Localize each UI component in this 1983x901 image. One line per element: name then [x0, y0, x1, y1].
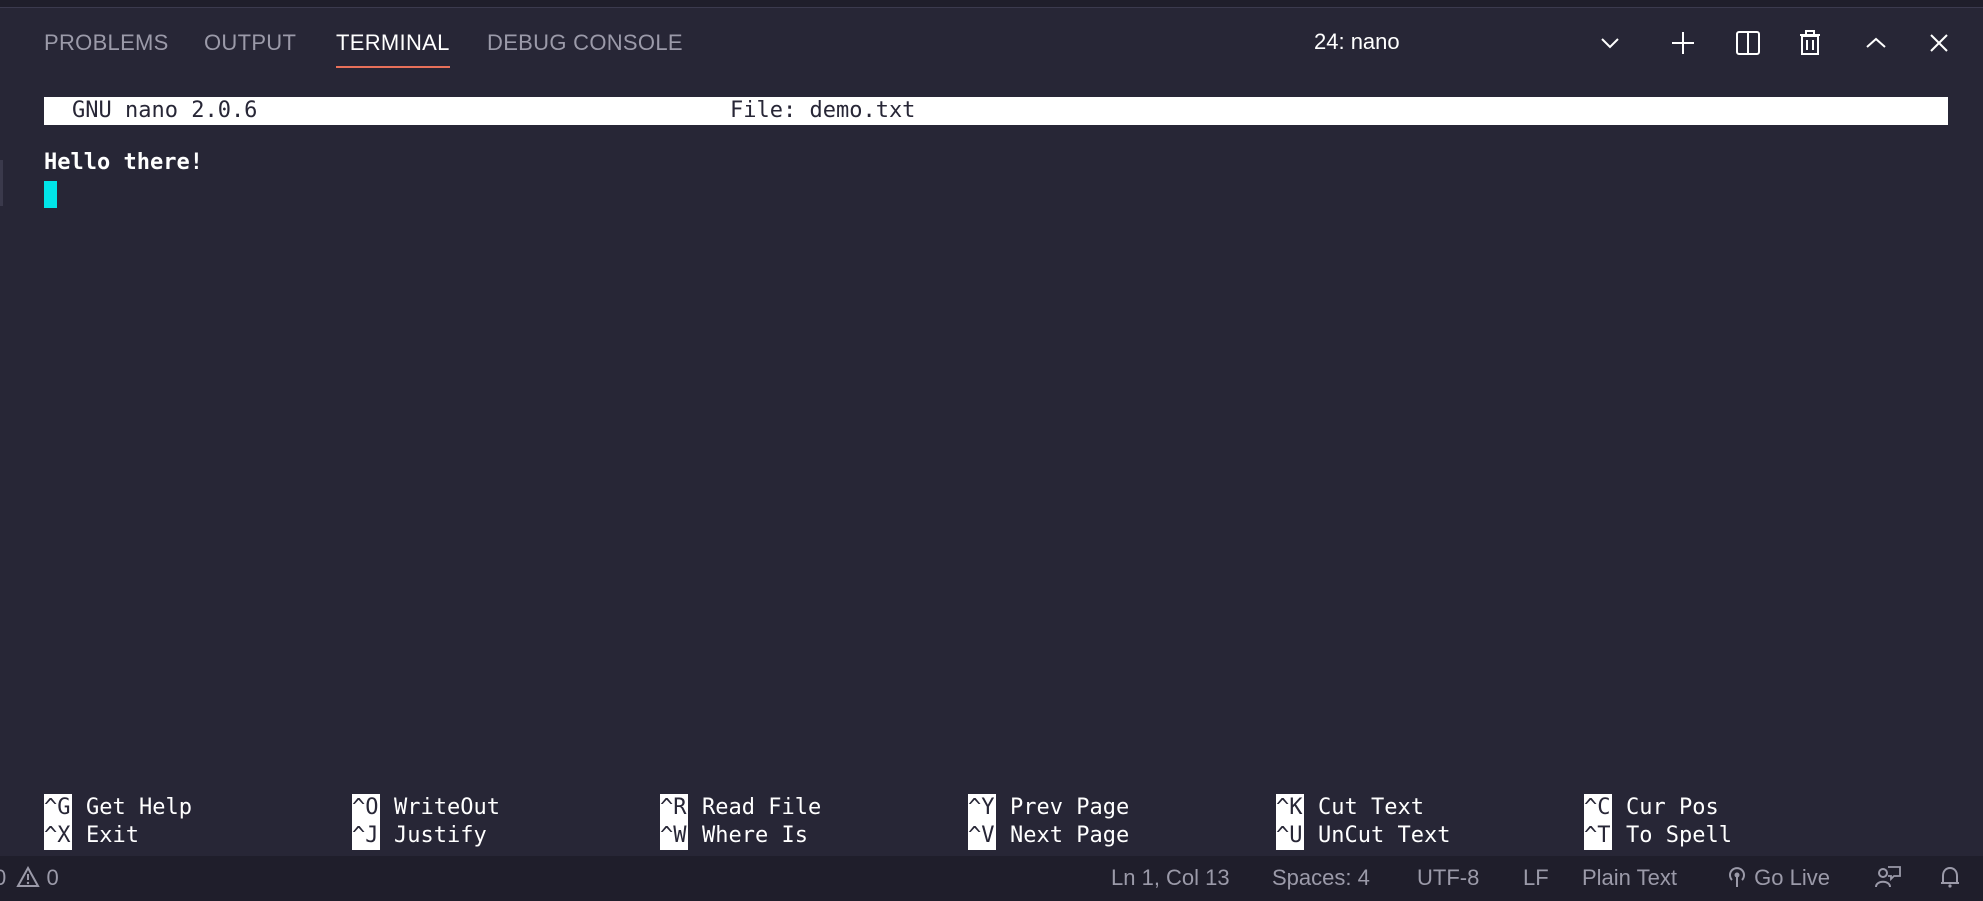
shortcut-label: Exit [86, 823, 139, 848]
shortcut-key: ^C [1584, 794, 1612, 822]
language-mode[interactable]: Plain Text [1582, 865, 1677, 891]
split-icon[interactable] [1731, 26, 1765, 60]
shortcut-key: ^U [1276, 822, 1304, 850]
nano-version: GNU nano 2.0.6 [72, 98, 258, 123]
shortcut-label: Cut Text [1318, 795, 1424, 820]
warning-count: 0 [46, 865, 59, 890]
vscode-panel: PROBLEMS OUTPUT TERMINAL DEBUG CONSOLE 2… [0, 0, 1983, 901]
shortcut-cur-pos: ^C Cur Pos [1584, 794, 1719, 822]
tab-terminal[interactable]: TERMINAL [336, 30, 450, 68]
cursor-position[interactable]: Ln 1, Col 13 [1111, 865, 1230, 891]
shortcut-prev-page: ^Y Prev Page [968, 794, 1129, 822]
indentation-setting[interactable]: Spaces: 4 [1272, 865, 1370, 891]
chevron-up-icon[interactable] [1859, 26, 1893, 60]
nano-title-bar: GNU nano 2.0.6 File: demo.txt [44, 97, 1948, 125]
shortcut-key: ^W [660, 822, 688, 850]
go-live-label: Go Live [1754, 865, 1830, 890]
active-tab-underline [336, 66, 450, 68]
tab-output[interactable]: OUTPUT [204, 30, 296, 56]
error-count: 0 [0, 865, 7, 890]
shortcut-label: Where Is [702, 823, 808, 848]
shortcut-key: ^R [660, 794, 688, 822]
warning-icon [16, 865, 41, 887]
feedback-icon[interactable] [1874, 865, 1902, 892]
shortcut-writeout: ^O WriteOut [352, 794, 500, 822]
shortcut-next-page: ^V Next Page [968, 822, 1129, 850]
shortcut-justify: ^J Justify [352, 822, 487, 850]
eol-setting[interactable]: LF [1523, 865, 1549, 891]
shortcut-where-is: ^W Where Is [660, 822, 808, 850]
shortcut-to-spell: ^T To Spell [1584, 822, 1732, 850]
shortcut-label: UnCut Text [1318, 823, 1451, 848]
terminal-selector[interactable]: 24: nano [1314, 29, 1400, 55]
status-bar: 0 0 Ln 1, Col 13 Spaces: 4 UTF-8 LF Plai… [0, 856, 1983, 901]
shortcut-label: Prev Page [1010, 795, 1130, 820]
shortcut-key: ^G [44, 794, 72, 822]
shortcut-label: Get Help [86, 795, 192, 820]
panel-top-border [0, 0, 1983, 8]
shortcut-label: Justify [394, 823, 487, 848]
encoding-setting[interactable]: UTF-8 [1417, 865, 1479, 891]
gutter-mark [0, 160, 3, 206]
shortcut-get-help: ^G Get Help [44, 794, 192, 822]
buffer-line[interactable]: Hello there! [44, 150, 203, 175]
close-icon[interactable] [1922, 26, 1956, 60]
shortcut-label: Cur Pos [1626, 795, 1719, 820]
shortcut-key: ^T [1584, 822, 1612, 850]
shortcut-key: ^K [1276, 794, 1304, 822]
shortcut-label: Next Page [1010, 823, 1130, 848]
shortcut-key: ^J [352, 822, 380, 850]
shortcut-read-file: ^R Read File [660, 794, 821, 822]
plus-icon[interactable] [1666, 26, 1700, 60]
tab-problems[interactable]: PROBLEMS [44, 30, 169, 56]
shortcut-uncut-text: ^U UnCut Text [1276, 822, 1450, 850]
nano-filename: File: demo.txt [730, 98, 916, 123]
tab-terminal-label: TERMINAL [336, 30, 450, 55]
shortcut-key: ^X [44, 822, 72, 850]
shortcut-label: Read File [702, 795, 822, 820]
text-cursor [44, 181, 57, 208]
go-live-button[interactable]: Go Live [1726, 865, 1830, 891]
trash-icon[interactable] [1793, 26, 1827, 60]
shortcut-key: ^Y [968, 794, 996, 822]
shortcut-key: ^V [968, 822, 996, 850]
bell-icon[interactable] [1938, 865, 1962, 892]
chevron-down-icon[interactable] [1593, 26, 1627, 60]
problems-indicator[interactable]: 0 0 [0, 865, 59, 891]
panel-header: PROBLEMS OUTPUT TERMINAL DEBUG CONSOLE 2… [0, 8, 1983, 78]
shortcut-label: WriteOut [394, 795, 500, 820]
shortcut-cut-text: ^K Cut Text [1276, 794, 1424, 822]
shortcut-key: ^O [352, 794, 380, 822]
tab-debug-console[interactable]: DEBUG CONSOLE [487, 30, 683, 56]
shortcut-label: To Spell [1626, 823, 1732, 848]
broadcast-icon [1729, 867, 1745, 887]
shortcut-exit: ^X Exit [44, 822, 139, 850]
